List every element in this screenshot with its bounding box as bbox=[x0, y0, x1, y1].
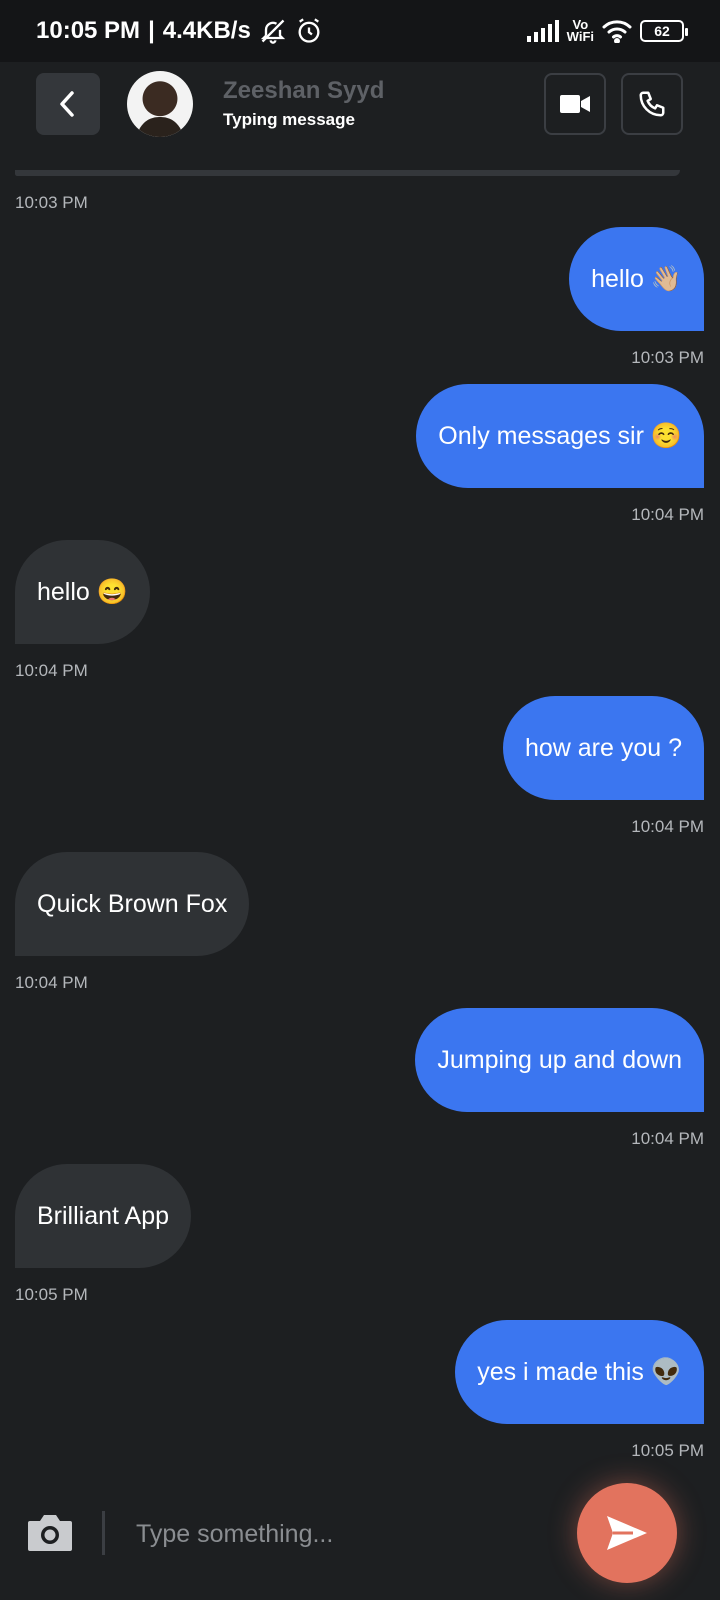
vowifi-indicator: Vo WiFi bbox=[566, 18, 594, 44]
battery-level: 62 bbox=[654, 23, 670, 39]
message-timestamp: 10:04 PM bbox=[631, 1129, 704, 1148]
message-timestamp: 10:03 PM bbox=[15, 193, 88, 212]
outgoing-message[interactable]: yes i made this 👽 bbox=[455, 1320, 704, 1424]
message-timestamp: 10:04 PM bbox=[15, 973, 88, 992]
contact-name[interactable]: Zeeshan Syyd bbox=[223, 77, 384, 105]
voice-call-button[interactable] bbox=[621, 73, 683, 135]
message-timestamp: 10:04 PM bbox=[631, 817, 704, 836]
incoming-message[interactable]: Brilliant App bbox=[15, 1164, 192, 1268]
header-divider bbox=[15, 170, 680, 176]
outgoing-message[interactable]: how are you ? bbox=[502, 696, 704, 800]
message-input[interactable] bbox=[122, 1508, 542, 1560]
incoming-message[interactable]: hello 😄 bbox=[15, 540, 150, 644]
message-timestamp: 10:04 PM bbox=[631, 505, 704, 524]
video-camera-icon bbox=[560, 95, 590, 113]
incoming-message[interactable]: Quick Brown Fox bbox=[15, 852, 250, 956]
status-right: Vo WiFi 62 bbox=[526, 18, 688, 44]
phone-icon bbox=[639, 91, 665, 117]
network-speed: 4.4KB/s bbox=[162, 17, 251, 44]
status-time: 10:05 PM bbox=[36, 17, 141, 44]
camera-button[interactable] bbox=[26, 1513, 74, 1553]
message-timestamp: 10:05 PM bbox=[631, 1441, 704, 1460]
outgoing-message[interactable]: Only messages sir ☺️ bbox=[416, 384, 704, 488]
outgoing-message[interactable]: hello 👋🏼 bbox=[569, 227, 704, 331]
signal-icon bbox=[526, 20, 559, 42]
message-timestamp: 10:03 PM bbox=[631, 348, 704, 367]
battery-indicator: 62 bbox=[640, 20, 688, 42]
send-icon bbox=[607, 1516, 647, 1550]
contact-avatar[interactable] bbox=[127, 71, 193, 137]
wifi-icon bbox=[602, 20, 632, 43]
avatar-shoulders bbox=[137, 117, 183, 137]
vowifi-bottom: WiFi bbox=[566, 29, 594, 44]
muted-bell-icon bbox=[260, 19, 285, 44]
back-button[interactable] bbox=[36, 73, 100, 135]
camera-icon bbox=[28, 1515, 72, 1551]
send-button[interactable] bbox=[577, 1483, 677, 1583]
status-separator: | bbox=[148, 17, 155, 44]
status-left: 10:05 PM | 4.4KB/s bbox=[36, 17, 323, 45]
composer-divider bbox=[102, 1511, 105, 1555]
video-call-button[interactable] bbox=[544, 73, 606, 135]
alarm-icon bbox=[298, 18, 320, 43]
message-timestamp: 10:05 PM bbox=[15, 1285, 88, 1304]
chat-header: Zeeshan Syyd Typing message bbox=[0, 62, 720, 170]
status-bar: 10:05 PM | 4.4KB/s Vo WiFi 62 bbox=[0, 0, 720, 62]
message-timestamp: 10:04 PM bbox=[15, 661, 88, 680]
chevron-left-icon bbox=[60, 91, 74, 117]
contact-status: Typing message bbox=[223, 110, 355, 129]
outgoing-message[interactable]: Jumping up and down bbox=[415, 1008, 704, 1112]
